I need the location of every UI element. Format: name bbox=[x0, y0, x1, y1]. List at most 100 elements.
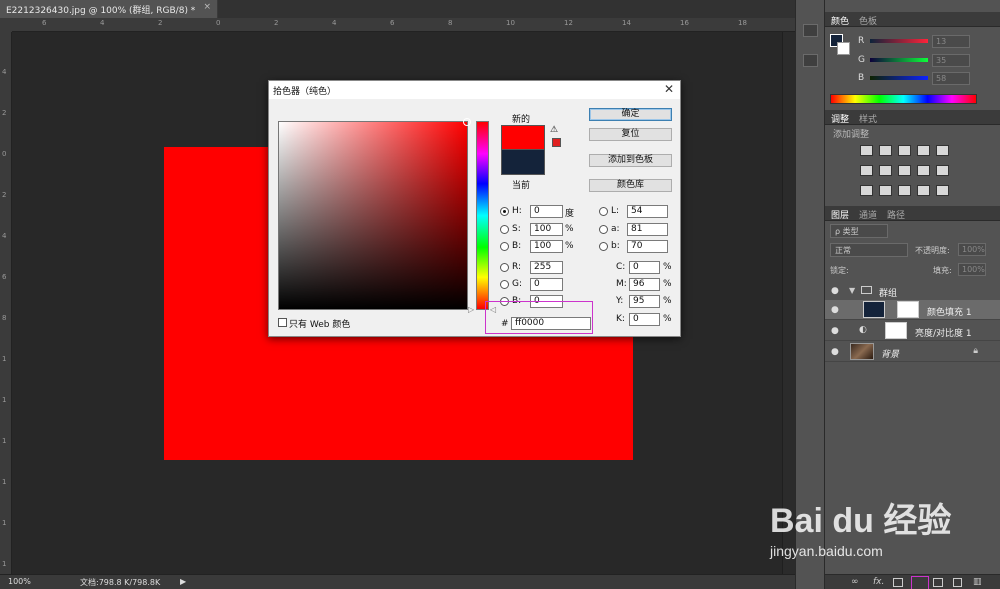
curves-icon[interactable] bbox=[898, 145, 911, 156]
layer-thumbnail[interactable] bbox=[863, 301, 885, 318]
h-field[interactable]: 0 bbox=[530, 205, 563, 218]
channel-b-value[interactable]: 58 bbox=[932, 72, 970, 85]
add-to-swatches-button[interactable]: 添加到色板 bbox=[589, 154, 672, 167]
color-libraries-button[interactable]: 颜色库 bbox=[589, 179, 672, 192]
lab-b-field[interactable]: 70 bbox=[627, 240, 668, 253]
properties-panel-icon[interactable] bbox=[803, 54, 818, 67]
channel-g-value[interactable]: 35 bbox=[932, 54, 970, 67]
layer-name[interactable]: 背景 bbox=[881, 347, 899, 360]
ruler-tick-label: 10 bbox=[506, 19, 515, 27]
radio-lab-b[interactable] bbox=[599, 242, 608, 251]
r-field[interactable]: 255 bbox=[530, 261, 563, 274]
layer-mask-thumbnail[interactable] bbox=[885, 322, 907, 339]
color-spectrum-bar[interactable] bbox=[830, 94, 977, 104]
l-field[interactable]: 54 bbox=[627, 205, 668, 218]
gradient-map-icon[interactable] bbox=[917, 185, 930, 196]
close-tab-icon[interactable]: × bbox=[203, 2, 211, 12]
layer-row-background[interactable]: ● 背景 🔒︎ bbox=[825, 342, 1000, 362]
blend-mode-dropdown[interactable]: 正常 bbox=[830, 243, 908, 257]
radio-s[interactable] bbox=[500, 225, 509, 234]
document-tab[interactable]: E2212326430.jpg @ 100% (群组, RGB/8) * × bbox=[0, 0, 218, 18]
web-colors-checkbox[interactable] bbox=[278, 318, 287, 327]
layer-name[interactable]: 颜色填充 1 bbox=[927, 305, 972, 318]
brightness-field[interactable]: 100 bbox=[530, 240, 563, 253]
history-panel-icon[interactable] bbox=[803, 24, 818, 37]
layer-name[interactable]: 亮度/对比度 1 bbox=[915, 326, 972, 339]
hue-saturation-icon[interactable] bbox=[860, 165, 873, 176]
photo-filter-icon[interactable] bbox=[917, 165, 930, 176]
y-field[interactable]: 95 bbox=[629, 295, 660, 308]
tab-adjustments[interactable]: 调整 bbox=[831, 112, 849, 125]
m-field[interactable]: 96 bbox=[629, 278, 660, 291]
opacity-field[interactable]: 100% bbox=[958, 243, 986, 256]
c-field[interactable]: 0 bbox=[629, 261, 660, 274]
layer-row-color-fill[interactable]: ● 颜色填充 1 bbox=[825, 300, 1000, 320]
channel-b-slider[interactable] bbox=[870, 76, 928, 80]
channel-g-slider[interactable] bbox=[870, 58, 928, 62]
vibrance-icon[interactable] bbox=[936, 145, 949, 156]
channel-mixer-icon[interactable] bbox=[936, 165, 949, 176]
reset-button[interactable]: 复位 bbox=[589, 128, 672, 141]
tab-channels[interactable]: 通道 bbox=[859, 208, 877, 221]
threshold-icon[interactable] bbox=[898, 185, 911, 196]
visibility-eye-icon[interactable]: ● bbox=[831, 305, 839, 315]
posterize-icon[interactable] bbox=[879, 185, 892, 196]
invert-icon[interactable] bbox=[860, 185, 873, 196]
tab-color[interactable]: 颜色 bbox=[831, 14, 849, 27]
radio-g[interactable] bbox=[500, 280, 509, 289]
layer-row-brightness[interactable]: ● ◐ 亮度/对比度 1 bbox=[825, 321, 1000, 341]
group-expand-chevron-icon[interactable]: ▼ bbox=[849, 286, 855, 295]
layer-style-icon[interactable]: fx. bbox=[873, 577, 884, 587]
ok-button[interactable]: 确定 bbox=[589, 108, 672, 121]
color-selector-ring[interactable] bbox=[463, 118, 471, 126]
levels-icon[interactable] bbox=[879, 145, 892, 156]
radio-b-brightness[interactable] bbox=[500, 242, 509, 251]
visibility-eye-icon[interactable]: ● bbox=[831, 286, 839, 296]
visibility-eye-icon[interactable]: ● bbox=[831, 326, 839, 336]
radio-h[interactable] bbox=[500, 207, 509, 216]
add-mask-icon[interactable] bbox=[893, 578, 903, 587]
zoom-level[interactable]: 100% bbox=[8, 577, 31, 586]
link-layers-icon[interactable]: ∞ bbox=[851, 577, 859, 587]
color-balance-icon[interactable] bbox=[879, 165, 892, 176]
black-white-icon[interactable] bbox=[898, 165, 911, 176]
radio-r[interactable] bbox=[500, 263, 509, 272]
new-layer-icon[interactable] bbox=[953, 578, 962, 587]
layer-mask-thumbnail[interactable] bbox=[897, 301, 919, 318]
current-color-swatch[interactable] bbox=[501, 150, 545, 175]
gamut-color-swatch[interactable] bbox=[552, 138, 561, 147]
channel-r-slider[interactable] bbox=[870, 39, 928, 43]
s-field[interactable]: 100 bbox=[530, 223, 563, 236]
saturation-brightness-field[interactable] bbox=[278, 118, 471, 310]
close-icon[interactable]: ✕ bbox=[664, 82, 674, 96]
hue-slider-left-handle[interactable]: ▷ bbox=[468, 305, 474, 314]
tab-paths[interactable]: 路径 bbox=[887, 208, 905, 221]
layer-row-group[interactable]: ● ▼ 群组 bbox=[825, 281, 1000, 301]
channel-r-value[interactable]: 13 bbox=[932, 35, 970, 48]
delete-layer-icon[interactable]: ▥ bbox=[973, 577, 982, 587]
tab-styles[interactable]: 样式 bbox=[859, 112, 877, 125]
a-field[interactable]: 81 bbox=[627, 223, 668, 236]
new-group-icon[interactable] bbox=[933, 578, 943, 587]
dialog-title-bar[interactable]: 拾色器（纯色） ✕ bbox=[269, 81, 680, 99]
background-color-swatch[interactable] bbox=[837, 42, 850, 55]
g-field[interactable]: 0 bbox=[530, 278, 563, 291]
k-field[interactable]: 0 bbox=[629, 313, 660, 326]
visibility-eye-icon[interactable]: ● bbox=[831, 347, 839, 357]
fill-field[interactable]: 100% bbox=[958, 263, 986, 276]
tab-swatches[interactable]: 色板 bbox=[859, 14, 877, 27]
layer-filter-dropdown[interactable]: ρ 类型 bbox=[830, 224, 888, 238]
hex-field[interactable]: ff0000 bbox=[511, 317, 591, 330]
out-of-gamut-warning-icon[interactable]: ⚠ bbox=[550, 125, 558, 135]
status-arrow-icon[interactable]: ▶ bbox=[180, 577, 186, 586]
layer-name[interactable]: 群组 bbox=[879, 286, 897, 299]
tab-layers[interactable]: 图层 bbox=[831, 208, 849, 221]
selective-color-icon[interactable] bbox=[936, 185, 949, 196]
radio-l[interactable] bbox=[599, 207, 608, 216]
radio-a[interactable] bbox=[599, 225, 608, 234]
hue-slider[interactable] bbox=[476, 121, 489, 310]
new-adjustment-layer-icon[interactable] bbox=[911, 576, 929, 589]
layer-thumbnail[interactable] bbox=[850, 343, 874, 360]
brightness-icon[interactable] bbox=[860, 145, 873, 156]
exposure-icon[interactable] bbox=[917, 145, 930, 156]
